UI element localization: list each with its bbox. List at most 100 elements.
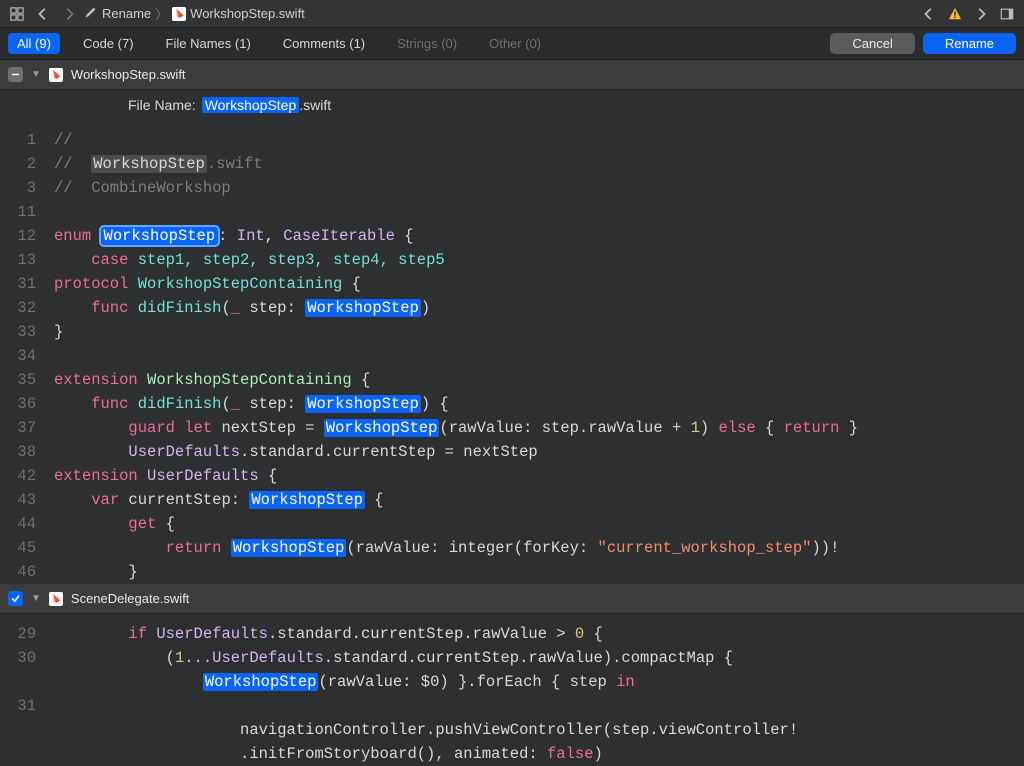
breadcrumb-rename: Rename <box>102 6 151 21</box>
number: 1 <box>175 649 184 667</box>
text: } <box>54 323 63 341</box>
rename-occurrence-comment[interactable]: WorkshopStep <box>91 155 207 173</box>
keyword: get <box>128 515 156 533</box>
text: { <box>352 371 371 389</box>
gutter <box>0 718 46 742</box>
keyword: protocol <box>54 275 128 293</box>
toggle-inspector-icon[interactable] <box>996 4 1018 24</box>
comment: .swift <box>207 155 263 173</box>
number: 1 <box>691 419 700 437</box>
text: { <box>342 275 361 293</box>
rename-primary-occurrence[interactable]: WorkshopStep <box>101 227 219 245</box>
nav-prev-issue-icon[interactable] <box>918 4 940 24</box>
keyword: guard <box>128 419 175 437</box>
file1-header[interactable]: ▼ WorkshopStep.swift <box>0 60 1024 90</box>
gutter: 38 <box>0 440 46 464</box>
gutter: 45 <box>0 536 46 560</box>
filename-row: File Name: WorkshopStep .swift <box>0 90 1024 120</box>
text: (rawValue: integer(forKey: <box>346 539 597 557</box>
text: { <box>756 419 784 437</box>
disclosure-triangle-icon[interactable]: ▼ <box>31 593 41 604</box>
type-name: WorkshopStepContaining <box>138 371 352 389</box>
gutter: 30 <box>0 646 46 670</box>
file1-name: WorkshopStep.swift <box>71 67 186 82</box>
gutter: 33 <box>0 320 46 344</box>
scope-tab-all[interactable]: All (9) <box>8 33 60 54</box>
rename-occurrence[interactable]: WorkshopStep <box>305 299 421 317</box>
gutter: 37 <box>0 416 46 440</box>
warning-triangle-icon[interactable] <box>944 4 966 24</box>
scope-tab-other[interactable]: Other (0) <box>480 33 550 54</box>
nav-next-issue-icon[interactable] <box>970 4 992 24</box>
text <box>221 539 230 557</box>
swift-file-icon <box>49 68 63 82</box>
filename-ext: .swift <box>299 97 331 113</box>
cancel-button[interactable]: Cancel <box>830 33 914 54</box>
text: { <box>584 625 603 643</box>
scope-actions: Cancel Rename <box>830 33 1016 54</box>
nav-right <box>918 4 1018 24</box>
keyword: if <box>128 625 147 643</box>
gutter: 31 <box>0 272 46 296</box>
related-items-icon[interactable] <box>6 4 28 24</box>
nav-forward-icon[interactable] <box>58 4 80 24</box>
keyword: enum <box>54 227 91 245</box>
text: nextStep = <box>212 419 324 437</box>
type: UserDefaults <box>138 467 259 485</box>
file2-name: SceneDelegate.swift <box>71 591 190 606</box>
pencil-icon <box>84 5 98 22</box>
gutter: 46 <box>0 560 46 584</box>
rename-button[interactable]: Rename <box>923 33 1016 54</box>
keyword: func <box>91 395 128 413</box>
file1-checkbox[interactable] <box>8 67 23 82</box>
rename-occurrence[interactable]: WorkshopStep <box>231 539 347 557</box>
rename-occurrence[interactable]: WorkshopStep <box>324 419 440 437</box>
code-area-1[interactable]: 1// 2// WorkshopStep.swift 3// CombineWo… <box>0 120 1024 584</box>
type: UserDefaults <box>128 443 240 461</box>
rename-occurrence[interactable]: WorkshopStep <box>249 491 365 509</box>
gutter: 42 <box>0 464 46 488</box>
rename-occurrence[interactable]: WorkshopStep <box>203 673 319 691</box>
comment: // <box>54 131 73 149</box>
scope-tab-filenames[interactable]: File Names (1) <box>157 33 260 54</box>
comment: // <box>54 155 91 173</box>
file2-checkbox[interactable] <box>8 591 23 606</box>
text: { <box>395 227 414 245</box>
rename-occurrence[interactable]: WorkshopStep <box>305 395 421 413</box>
type: CaseIterable <box>283 227 395 245</box>
disclosure-triangle-icon[interactable]: ▼ <box>31 69 41 80</box>
comment: // CombineWorkshop <box>54 179 231 197</box>
scope-tab-code[interactable]: Code (7) <box>74 33 143 54</box>
text: } <box>128 563 137 581</box>
keyword: extension <box>54 371 138 389</box>
breadcrumb[interactable]: Rename 〉 WorkshopStep.swift <box>84 4 305 23</box>
keyword: func <box>91 299 128 317</box>
scope-tab-strings[interactable]: Strings (0) <box>388 33 466 54</box>
type-name: WorkshopStepContaining <box>128 275 342 293</box>
code-area-2[interactable]: 29 if UserDefaults.standard.currentStep.… <box>0 614 1024 766</box>
text: .standard.currentStep.rawValue > <box>268 625 575 643</box>
gutter: 36 <box>0 392 46 416</box>
func-name: didFinish <box>128 299 221 317</box>
nav-back-icon[interactable] <box>32 4 54 24</box>
number: 0 <box>575 625 584 643</box>
gutter: 32 <box>0 296 46 320</box>
navbar: Rename 〉 WorkshopStep.swift <box>0 0 1024 28</box>
text: step: <box>240 299 305 317</box>
gutter: 13 <box>0 248 46 272</box>
file2-header[interactable]: ▼ SceneDelegate.swift <box>0 584 1024 614</box>
text: ))! <box>811 539 839 557</box>
keyword: else <box>718 419 755 437</box>
text: .initFromStoryboard(), animated: <box>240 745 547 763</box>
type: ...UserDefaults <box>184 649 324 667</box>
filename-edit-field[interactable]: WorkshopStep <box>202 97 300 113</box>
text: step: <box>240 395 305 413</box>
text: , <box>265 227 284 245</box>
keyword: _ <box>231 299 240 317</box>
gutter: 31 <box>0 694 46 718</box>
enum-cases: step1, step2, step3, step4, step5 <box>128 251 444 269</box>
text: ) <box>700 419 719 437</box>
keyword: _ <box>231 395 240 413</box>
scope-tab-comments[interactable]: Comments (1) <box>274 33 374 54</box>
breadcrumb-separator: 〉 <box>155 4 168 23</box>
